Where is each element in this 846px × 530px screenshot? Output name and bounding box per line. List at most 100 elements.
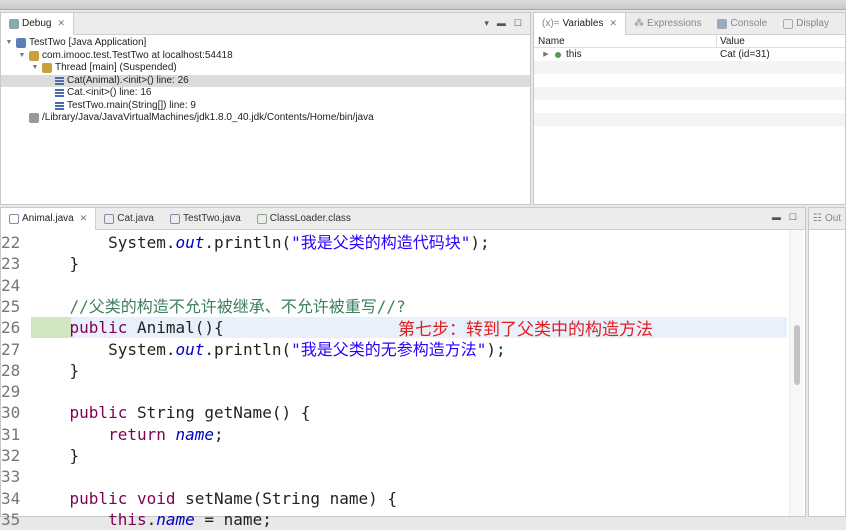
code-token: . — [146, 509, 157, 529]
code-line[interactable]: public String getName() { — [31, 402, 787, 423]
tree-item-label: Cat.<init>() line: 16 — [67, 87, 152, 98]
minimize-icon[interactable]: ▬ — [497, 18, 506, 29]
code-token: return — [108, 424, 166, 444]
tab-display[interactable]: Display — [775, 13, 837, 35]
display-icon — [783, 18, 794, 29]
code-token: "我是父类的构造代码块" — [291, 233, 471, 252]
code-token: out — [175, 339, 205, 359]
collapse-icon[interactable]: ▼ — [31, 62, 39, 75]
code-line[interactable]: this.name = name; — [31, 509, 787, 530]
close-icon[interactable]: ✕ — [80, 213, 88, 224]
variable-row[interactable]: ▶ this Cat (id=31) — [534, 48, 845, 61]
tree-item-label: TestTwo [Java Application] — [29, 37, 147, 48]
code-line[interactable]: } — [31, 253, 787, 274]
variables-icon: (x)= — [542, 18, 560, 29]
tab-console[interactable]: Console — [709, 13, 775, 35]
tree-item-label: TestTwo.main(String[]) line: 9 — [67, 99, 196, 111]
line-number: 25 — [1, 296, 21, 316]
code-token: "我是父类的无参构造方法" — [291, 339, 487, 359]
code-token: public — [69, 403, 128, 423]
thread-icon — [42, 63, 52, 74]
outline-view: ☷ Out — [808, 207, 846, 517]
minimize-icon[interactable]: ▬ — [772, 212, 781, 223]
code-token: public — [69, 488, 128, 508]
code-line[interactable]: return name; — [31, 424, 787, 445]
tab-label: Cat.java — [117, 213, 154, 224]
line-number: 29 — [1, 382, 21, 402]
line-number: 33 — [1, 467, 21, 487]
java-file-icon — [169, 213, 180, 224]
tab-cat-java[interactable]: Cat.java — [96, 208, 162, 230]
expand-icon[interactable]: ▶ — [542, 48, 550, 61]
editor: Animal.java ✕ Cat.java TestTwo.java Class… — [0, 207, 806, 529]
scrollbar-thumb[interactable] — [794, 325, 800, 385]
debug-tree-item[interactable]: TestTwo.main(String[]) line: 9 — [1, 100, 530, 113]
vertical-scrollbar[interactable] — [789, 230, 803, 516]
code-token: this — [108, 509, 147, 529]
code-token: setName(String name) { — [175, 488, 398, 508]
debug-target-icon — [29, 50, 39, 61]
empty-rows — [534, 61, 845, 126]
variable-value: Cat (id=31) — [720, 49, 770, 60]
tree-item-label: Thread [main] (Suspended) — [55, 62, 177, 73]
code-token: ); — [470, 233, 490, 252]
debug-tree-item[interactable]: ▼ Thread [main] (Suspended) — [1, 62, 530, 75]
process-icon — [29, 113, 39, 124]
close-icon[interactable]: ✕ — [609, 18, 617, 29]
collapse-icon[interactable]: ▼ — [5, 37, 13, 50]
debug-tree-item[interactable]: Cat.<init>() line: 16 — [1, 87, 530, 100]
code-token: } — [31, 254, 80, 274]
tree-item-label: com.imooc.test.TestTwo at localhost:5441… — [42, 49, 233, 61]
code-token: void — [136, 488, 176, 508]
debug-tree-item[interactable]: Cat(Animal).<init>() line: 26 — [1, 74, 530, 87]
field-icon — [555, 51, 561, 58]
tab-label: Animal.java — [22, 213, 74, 224]
tab-classloader-class[interactable]: ClassLoader.class — [249, 208, 359, 230]
tree-item-label: Cat(Animal).<init>() line: 26 — [67, 74, 189, 86]
main-toolbar[interactable] — [0, 0, 846, 10]
maximize-icon[interactable]: ☐ — [789, 212, 797, 223]
expressions-icon: ⁂ — [634, 18, 644, 29]
java-file-icon — [104, 213, 115, 224]
tab-variables[interactable]: (x)= Variables ✕ — [534, 12, 626, 35]
tab-outline[interactable]: ☷ Out — [809, 208, 845, 230]
debug-tree-item[interactable]: /Library/Java/JavaVirtualMachines/jdk1.8… — [1, 112, 530, 125]
line-number: 30 — [1, 403, 21, 423]
tab-expressions[interactable]: ⁂ Expressions — [626, 13, 709, 35]
code-token: ); — [486, 339, 506, 359]
code-line[interactable]: System.out.println("我是父类的构造代码块"); — [31, 232, 787, 253]
maximize-icon[interactable]: ☐ — [514, 18, 522, 29]
java-file-icon — [9, 213, 19, 224]
tab-label: ClassLoader.class — [269, 213, 351, 224]
code-token: String getName() { — [127, 403, 311, 423]
tab-debug[interactable]: Debug ✕ — [1, 12, 75, 35]
tab-animal-java[interactable]: Animal.java ✕ — [1, 207, 97, 230]
code-line[interactable]: public void setName(String name) { — [31, 488, 787, 509]
stack-frame-icon — [55, 76, 64, 85]
tab-label: Console — [730, 18, 768, 29]
code-line[interactable]: } — [31, 445, 787, 466]
code-line[interactable]: //父类的构造不允许被继承、不允许被重写//? — [31, 296, 787, 317]
debug-tree-item[interactable]: ▼ com.imooc.test.TestTwo at localhost:544… — [1, 50, 530, 63]
code-line[interactable]: System.out.println("我是父类的无参构造方法"); — [31, 339, 787, 360]
column-value[interactable]: Value — [717, 35, 745, 47]
close-icon[interactable]: ✕ — [57, 18, 65, 29]
tab-label: Debug — [22, 18, 52, 29]
view-menu-icon[interactable]: ▾ — [484, 18, 489, 29]
line-number: 35 — [1, 509, 21, 529]
line-number: 31 — [1, 424, 21, 444]
code-area[interactable]: 22 23 24 25 26 27 28 29 30 31 32 33 34 35 System.out.… — [1, 230, 805, 529]
column-name[interactable]: Name — [534, 35, 717, 47]
line-number: 34 — [1, 488, 21, 508]
tab-label: Expressions — [647, 18, 702, 29]
code-token: System. — [31, 339, 176, 359]
tab-testtwo-java[interactable]: TestTwo.java — [162, 208, 249, 230]
code-line[interactable]: } — [31, 360, 787, 381]
debug-tree-item[interactable]: ▼ TestTwo [Java Application] — [1, 37, 530, 50]
code-token: = name; — [194, 509, 272, 529]
collapse-icon[interactable]: ▼ — [18, 50, 26, 63]
